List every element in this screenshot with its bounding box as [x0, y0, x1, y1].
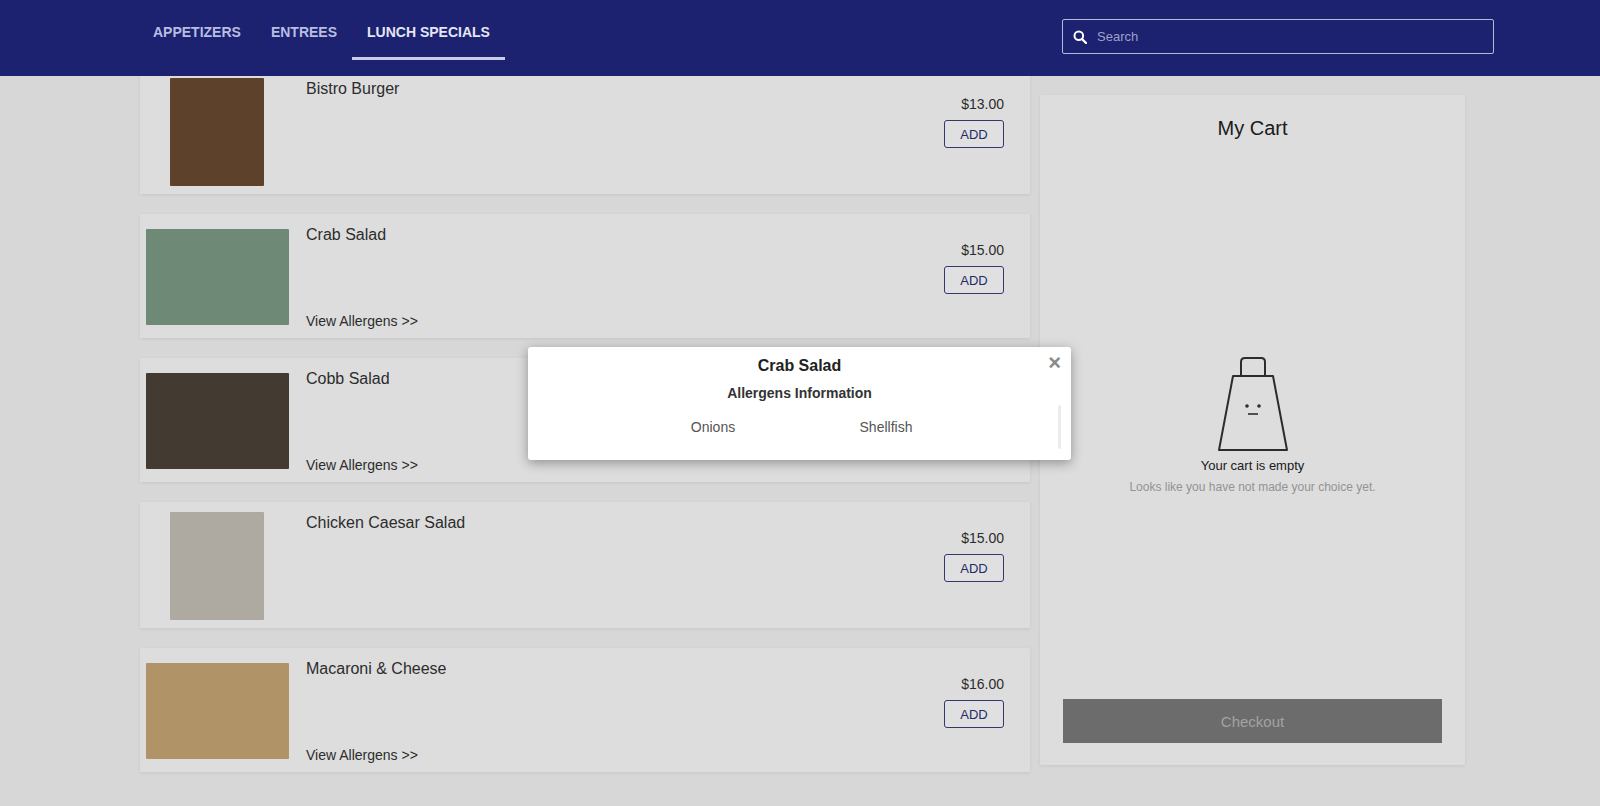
allergen-list: OnionsShellfish: [627, 419, 973, 435]
allergen-item: Shellfish: [800, 419, 973, 435]
category-tabs: APPETIZERSENTREESLUNCH SPECIALS: [138, 0, 505, 60]
search-field[interactable]: [1062, 19, 1494, 54]
allergen-item: Onions: [627, 419, 800, 435]
search-input[interactable]: [1097, 21, 1483, 52]
category-tab[interactable]: ENTREES: [256, 0, 352, 60]
top-nav-bar: APPETIZERSENTREESLUNCH SPECIALS: [0, 0, 1600, 76]
search-icon: [1073, 30, 1087, 44]
modal-subtitle: Allergens Information: [727, 385, 872, 401]
category-tab[interactable]: LUNCH SPECIALS: [352, 0, 505, 60]
category-tab[interactable]: APPETIZERS: [138, 0, 256, 60]
close-button[interactable]: ×: [1048, 351, 1061, 375]
allergens-modal: × Crab Salad Allergens Information OnionsSh…: [528, 347, 1071, 460]
modal-scrollbar[interactable]: [1058, 405, 1061, 449]
modal-title: Crab Salad: [758, 357, 842, 375]
